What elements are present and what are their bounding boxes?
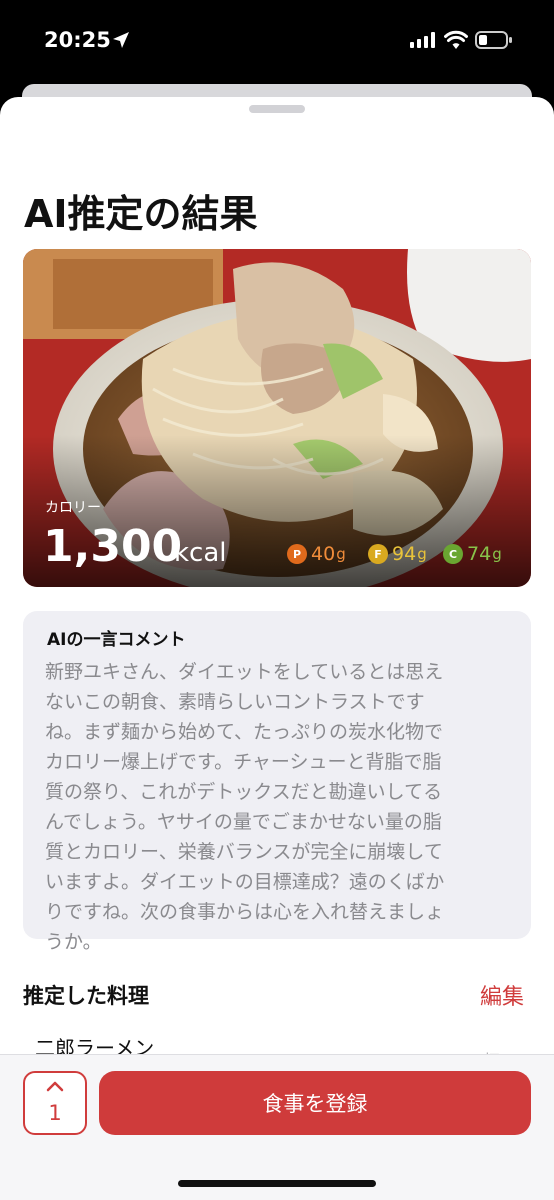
comment-line: んでしょう。ヤサイの量でごまかせない量の脂 [45,811,442,833]
location-arrow-icon [113,32,129,48]
chevron-up-icon [46,1081,64,1092]
fat-value: 94 [392,543,417,565]
comment-line: カロリー爆上げです。チャーシューと背脂で脂 [45,751,442,773]
carbs-badge-icon: C [443,544,463,564]
page-title: AI推定の結果 [24,192,258,236]
macro-protein: P 40 g [287,543,346,565]
wifi-icon [444,30,468,49]
result-sheet: AI推定の結果 カロリー 1,300 kcal P 40 g F 94 g C … [0,97,554,1200]
comment-line: 新野ユキさん、ダイエットをしているとは思え [45,661,444,683]
ai-comment-text: 新野ユキさん、ダイエットをしているとは思え ないこの朝食、素晴らしいコントラスト… [45,657,513,957]
macro-carbs: C 74 g [443,543,502,565]
comment-line: ないこの朝食、素晴らしいコントラストです [45,691,425,713]
ai-comment-box: AIの一言コメント 新野ユキさん、ダイエットをしているとは思え ないこの朝食、素… [23,611,531,953]
comment-line: いますよ。ダイエットの目標達成？遠のくばか [45,871,445,893]
status-bar: 20:25 [0,0,554,84]
edit-button[interactable]: 編集 [480,979,524,1011]
register-meal-button[interactable]: 食事を登録 [99,1071,531,1135]
ai-comment-title: AIの一言コメント [47,630,186,650]
bottom-action-bar: 1 食事を登録 [0,1054,554,1200]
calorie-value: 1,300 [43,521,183,572]
protein-unit: g [336,545,346,563]
sheet-grabber[interactable] [249,105,305,113]
fat-unit: g [417,545,427,563]
home-indicator [178,1180,376,1187]
calorie-caption: カロリー [45,500,101,516]
food-photo-card: カロリー 1,300 kcal P 40 g F 94 g C 74 g [23,249,531,587]
status-time: 20:25 [44,28,111,52]
comment-line: りですね。次の食事からは心を入れ替えましょ [45,901,445,923]
carbs-unit: g [492,545,502,563]
battery-icon [475,31,512,49]
carbs-value: 74 [467,543,492,565]
comment-line: 質の祭り、これがデトックスだと勘違いしてる [45,781,443,803]
quantity-stepper[interactable]: 1 [23,1071,87,1135]
protein-badge-icon: P [287,544,307,564]
macro-fat: F 94 g [368,543,427,565]
comment-line: うか。 [45,931,102,953]
protein-value: 40 [311,543,336,565]
stepper-value: 1 [48,1101,62,1125]
comment-line: 質とカロリー、栄養バランスが完全に崩壊して [45,841,443,863]
dish-section-header: 推定した料理 [23,984,149,1008]
calorie-unit: kcal [174,538,227,568]
signal-icon [410,32,435,48]
comment-line: ね。まず麺から始めて、たっぷりの炭水化物で [45,721,444,743]
fat-badge-icon: F [368,544,388,564]
